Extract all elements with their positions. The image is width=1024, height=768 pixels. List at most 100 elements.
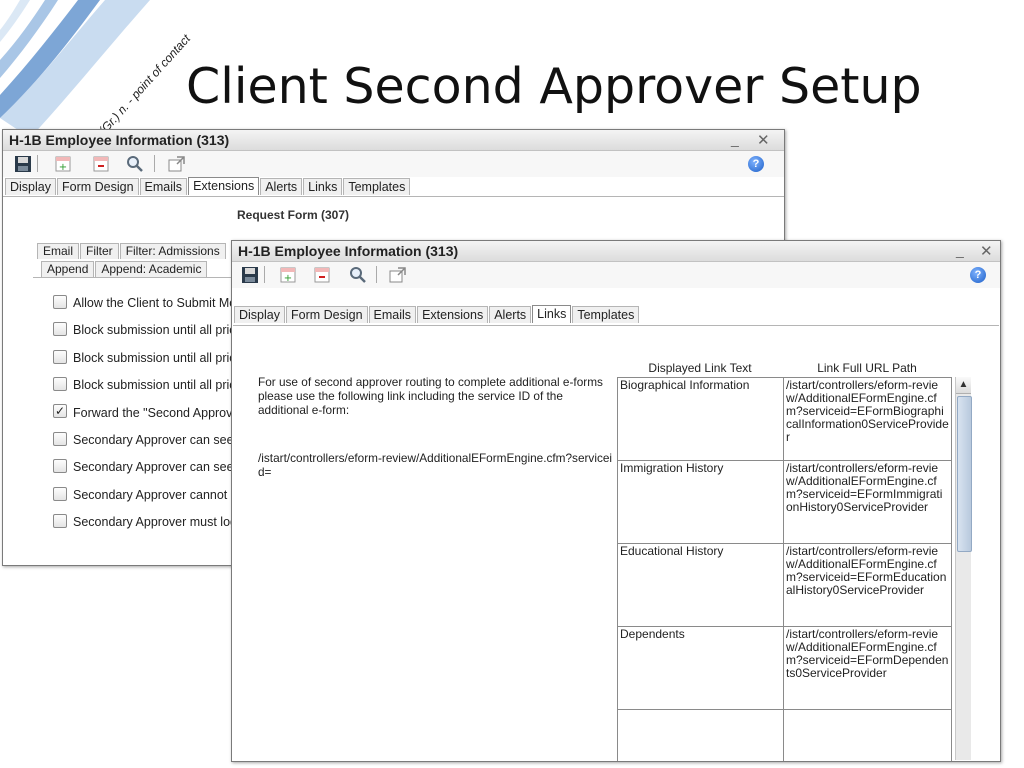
minimize-icon[interactable]: _ (956, 242, 964, 258)
checkbox-row[interactable]: Secondary Approver can see (53, 458, 234, 476)
subtab-append-academic[interactable]: Append: Academic (95, 261, 208, 277)
checkbox[interactable] (53, 459, 67, 474)
front-tab-bar: Display Form Design Emails Extensions Alerts… (234, 305, 640, 323)
subtab-filter[interactable]: Filter (80, 243, 119, 259)
checkbox-row[interactable]: Block submission until all pric (53, 321, 236, 339)
toolbar-separator (154, 155, 155, 172)
tab-emails[interactable]: Emails (139, 178, 188, 195)
checkbox-row[interactable]: Secondary Approver must log (53, 513, 237, 531)
remove-row-icon[interactable] (312, 265, 332, 285)
divider (3, 196, 784, 197)
subtab-append[interactable]: Append (41, 261, 95, 277)
tab-emails[interactable]: Emails (368, 306, 417, 323)
checkbox[interactable] (53, 376, 67, 391)
link-url-cell[interactable] (783, 709, 952, 761)
add-row-icon[interactable]: + (53, 154, 73, 174)
front-window-titlebar[interactable]: H-1B Employee Information (313) _ ✕ (232, 241, 1000, 262)
checkbox[interactable] (53, 513, 67, 528)
link-text-cell[interactable] (617, 709, 784, 761)
back-window-titlebar[interactable]: H-1B Employee Information (313) _ ✕ (3, 130, 784, 151)
subtab-row-1: Email Filter Filter: Admissions (37, 242, 227, 260)
link-text-cell[interactable]: Immigration History (617, 460, 784, 544)
checkbox-label: Block submission until all pric (73, 377, 236, 392)
checkbox-row[interactable]: Secondary Approver can see (53, 431, 234, 449)
tab-templates[interactable]: Templates (572, 306, 640, 323)
minimize-icon[interactable]: _ (731, 131, 739, 147)
remove-row-icon[interactable] (91, 154, 111, 174)
tab-display[interactable]: Display (5, 178, 56, 195)
svg-text:+: + (284, 273, 292, 284)
table-row (617, 709, 952, 761)
toolbar-separator (376, 266, 377, 283)
back-tab-bar: Display Form Design Emails Extensions Alerts… (5, 177, 411, 195)
tab-templates[interactable]: Templates (343, 178, 411, 195)
search-icon[interactable] (348, 265, 368, 285)
svg-text:+: + (59, 162, 67, 173)
subtab-filter-admissions[interactable]: Filter: Admissions (119, 243, 226, 259)
checkbox[interactable] (53, 322, 67, 337)
base-url-path: /istart/controllers/eform-review/Additio… (258, 451, 613, 479)
behind-window-title: Request Form (307) (237, 208, 350, 222)
tab-alerts[interactable]: Alerts (260, 178, 303, 195)
toolbar-separator (37, 155, 38, 172)
tab-links[interactable]: Links (532, 305, 572, 323)
checkbox-label: Secondary Approver can see (73, 432, 234, 447)
table-row: Biographical Information/istart/controll… (617, 377, 952, 461)
tab-extensions[interactable]: Extensions (188, 177, 260, 195)
checkbox[interactable] (53, 294, 67, 309)
link-text-cell[interactable]: Educational History (617, 543, 784, 627)
checkbox-label: Forward the "Second Approv (73, 405, 233, 420)
add-row-icon[interactable]: + (278, 265, 298, 285)
slide-title: Client Second Approver Setup (186, 58, 922, 115)
back-window-title: H-1B Employee Information (313) (9, 132, 230, 148)
checkbox-row[interactable]: Secondary Approver cannot s (53, 486, 237, 504)
instruction-text: For use of second approver routing to co… (258, 375, 603, 417)
save-icon[interactable] (240, 265, 260, 285)
checkbox[interactable] (53, 349, 67, 364)
checkbox-label: Secondary Approver cannot s (73, 487, 237, 502)
scroll-up-icon[interactable]: ▲ (956, 377, 971, 394)
link-url-cell[interactable]: /istart/controllers/eform-review/Additio… (783, 626, 952, 710)
tab-extensions[interactable]: Extensions (417, 306, 489, 323)
tab-links[interactable]: Links (303, 178, 343, 195)
checkbox-row[interactable]: ✓ Forward the "Second Approv (53, 404, 232, 422)
back-toolbar: + ? (3, 151, 784, 177)
checkbox-row[interactable]: Block submission until all pric (53, 349, 236, 367)
save-icon[interactable] (13, 154, 33, 174)
front-window: H-1B Employee Information (313) _ ✕ + ? … (231, 240, 1001, 762)
link-url-cell[interactable]: /istart/controllers/eform-review/Additio… (783, 543, 952, 627)
help-icon[interactable]: ? (970, 267, 986, 283)
checkbox[interactable]: ✓ (53, 404, 67, 419)
table-row: Immigration History/istart/controllers/e… (617, 460, 952, 544)
popout-icon[interactable] (167, 154, 187, 174)
front-toolbar: + ? (232, 262, 1000, 288)
close-icon[interactable]: ✕ (757, 131, 770, 149)
scroll-thumb[interactable] (957, 396, 972, 552)
links-table: Biographical Information/istart/controll… (617, 377, 952, 761)
vertical-scrollbar[interactable]: ▲ (955, 377, 972, 760)
link-url-cell[interactable]: /istart/controllers/eform-review/Additio… (783, 460, 952, 544)
help-icon[interactable]: ? (748, 156, 764, 172)
subtab-row-2: Append Append: Academic (41, 260, 208, 278)
tab-alerts[interactable]: Alerts (489, 306, 532, 323)
popout-icon[interactable] (388, 265, 408, 285)
link-text-cell[interactable]: Dependents (617, 626, 784, 710)
tab-form-design[interactable]: Form Design (286, 306, 368, 323)
tab-display[interactable]: Display (234, 306, 285, 323)
checkbox-label: Allow the Client to Submit Mo (73, 295, 237, 310)
link-url-cell[interactable]: /istart/controllers/eform-review/Additio… (783, 377, 952, 461)
checkbox[interactable] (53, 431, 67, 446)
checkbox-label: Block submission until all pric (73, 323, 236, 338)
close-icon[interactable]: ✕ (980, 242, 993, 260)
checkbox[interactable] (53, 486, 67, 501)
search-icon[interactable] (125, 154, 145, 174)
checkbox-row[interactable]: Allow the Client to Submit Mo (53, 294, 236, 312)
link-text-cell[interactable]: Biographical Information (617, 377, 784, 461)
front-window-title: H-1B Employee Information (313) (238, 243, 459, 259)
toolbar-separator (264, 266, 265, 283)
checkbox-row[interactable]: Block submission until all pric (53, 376, 236, 394)
column-header-url: Link Full URL Path (817, 361, 917, 375)
subtab-email[interactable]: Email (37, 243, 80, 259)
table-row: Dependents/istart/controllers/eform-revi… (617, 626, 952, 710)
tab-form-design[interactable]: Form Design (57, 178, 139, 195)
